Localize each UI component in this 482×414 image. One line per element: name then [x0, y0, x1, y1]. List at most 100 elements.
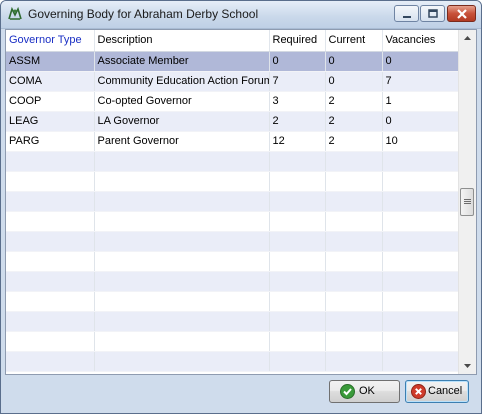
empty-table-row: [6, 331, 459, 352]
close-button[interactable]: [447, 5, 476, 22]
cell-governor-type[interactable]: LEAG: [6, 111, 95, 132]
scrollbar-thumb[interactable]: [460, 188, 474, 216]
cell-description[interactable]: Parent Governor: [94, 131, 270, 152]
cell-governor-type[interactable]: COMA: [6, 71, 95, 92]
table-row[interactable]: ASSM Associate Member 0 0 0: [6, 51, 459, 72]
vertical-scrollbar[interactable]: [458, 30, 476, 374]
table-row[interactable]: LEAG LA Governor 2 2 0: [6, 111, 459, 132]
empty-cell: [94, 331, 270, 352]
empty-rows: [6, 151, 459, 372]
maximize-button[interactable]: [420, 5, 445, 22]
empty-table-row: [6, 291, 459, 312]
cell-current[interactable]: 2: [325, 111, 383, 132]
empty-table-row: [6, 231, 459, 252]
empty-cell: [94, 171, 270, 192]
cell-required[interactable]: 2: [269, 111, 326, 132]
cell-required[interactable]: 3: [269, 91, 326, 112]
table-row[interactable]: COMA Community Education Action Forum 7 …: [6, 71, 459, 92]
grip-line: [464, 199, 471, 200]
cell-current[interactable]: 0: [325, 51, 383, 72]
grip-line: [464, 201, 471, 202]
cell-governor-type[interactable]: ASSM: [6, 51, 95, 72]
cell-current[interactable]: 2: [325, 131, 383, 152]
cell-vacancies[interactable]: 1: [382, 91, 459, 112]
empty-cell: [325, 251, 383, 272]
governor-grid: Governor Type Description Required Curre…: [6, 30, 459, 372]
empty-cell: [325, 351, 383, 372]
minimize-button[interactable]: [394, 5, 419, 22]
column-header-vacancies[interactable]: Vacancies: [382, 30, 459, 52]
cell-description[interactable]: LA Governor: [94, 111, 270, 132]
title-bar[interactable]: Governing Body for Abraham Derby School: [1, 1, 481, 29]
cell-current[interactable]: 0: [325, 71, 383, 92]
column-header-description[interactable]: Description: [94, 30, 270, 52]
ok-button[interactable]: OK: [329, 380, 400, 403]
table-row[interactable]: COOP Co-opted Governor 3 2 1: [6, 91, 459, 112]
empty-cell: [382, 231, 459, 252]
empty-cell: [325, 191, 383, 212]
cell-required[interactable]: 0: [269, 51, 326, 72]
column-header-required[interactable]: Required: [269, 30, 326, 52]
empty-cell: [6, 231, 95, 252]
empty-cell: [382, 351, 459, 372]
empty-cell: [269, 291, 326, 312]
empty-cell: [325, 211, 383, 232]
cell-description[interactable]: Associate Member: [94, 51, 270, 72]
scroll-down-arrow-icon[interactable]: [459, 357, 476, 374]
empty-cell: [269, 211, 326, 232]
window-title: Governing Body for Abraham Derby School: [28, 7, 259, 21]
empty-cell: [325, 271, 383, 292]
empty-cell: [94, 211, 270, 232]
empty-cell: [382, 271, 459, 292]
empty-table-row: [6, 211, 459, 232]
cell-description[interactable]: Co-opted Governor: [94, 91, 270, 112]
empty-cell: [382, 331, 459, 352]
cancel-button[interactable]: Cancel: [405, 380, 469, 403]
scroll-up-arrow-icon[interactable]: [459, 30, 476, 47]
empty-cell: [382, 211, 459, 232]
close-icon: [457, 9, 467, 19]
empty-cell: [6, 151, 95, 172]
empty-table-row: [6, 151, 459, 172]
cross-circle-icon: [411, 384, 426, 399]
cell-vacancies[interactable]: 10: [382, 131, 459, 152]
column-header-current[interactable]: Current: [325, 30, 383, 52]
cell-vacancies[interactable]: 7: [382, 71, 459, 92]
cell-governor-type[interactable]: PARG: [6, 131, 95, 152]
empty-cell: [6, 251, 95, 272]
cell-description[interactable]: Community Education Action Forum: [94, 71, 270, 92]
cancel-button-label: Cancel: [428, 385, 463, 397]
empty-cell: [6, 311, 95, 332]
empty-cell: [325, 231, 383, 252]
cell-current[interactable]: 2: [325, 91, 383, 112]
empty-cell: [269, 171, 326, 192]
empty-table-row: [6, 251, 459, 272]
empty-cell: [269, 251, 326, 272]
empty-cell: [382, 191, 459, 212]
empty-cell: [325, 311, 383, 332]
empty-cell: [382, 251, 459, 272]
grip-line: [464, 203, 471, 204]
column-header-governor-type[interactable]: Governor Type: [6, 30, 95, 52]
empty-cell: [6, 331, 95, 352]
empty-cell: [382, 151, 459, 172]
empty-cell: [6, 171, 95, 192]
empty-cell: [269, 351, 326, 372]
empty-cell: [325, 291, 383, 312]
empty-table-row: [6, 191, 459, 212]
cell-required[interactable]: 12: [269, 131, 326, 152]
empty-cell: [94, 291, 270, 312]
empty-cell: [94, 151, 270, 172]
empty-cell: [94, 311, 270, 332]
empty-table-row: [6, 351, 459, 372]
governor-grid-panel: Governor Type Description Required Curre…: [5, 29, 477, 375]
empty-cell: [269, 231, 326, 252]
cell-vacancies[interactable]: 0: [382, 51, 459, 72]
cell-vacancies[interactable]: 0: [382, 111, 459, 132]
cell-governor-type[interactable]: COOP: [6, 91, 95, 112]
empty-table-row: [6, 271, 459, 292]
table-row[interactable]: PARG Parent Governor 12 2 10: [6, 131, 459, 152]
cell-required[interactable]: 7: [269, 71, 326, 92]
empty-table-row: [6, 311, 459, 332]
empty-cell: [6, 271, 95, 292]
